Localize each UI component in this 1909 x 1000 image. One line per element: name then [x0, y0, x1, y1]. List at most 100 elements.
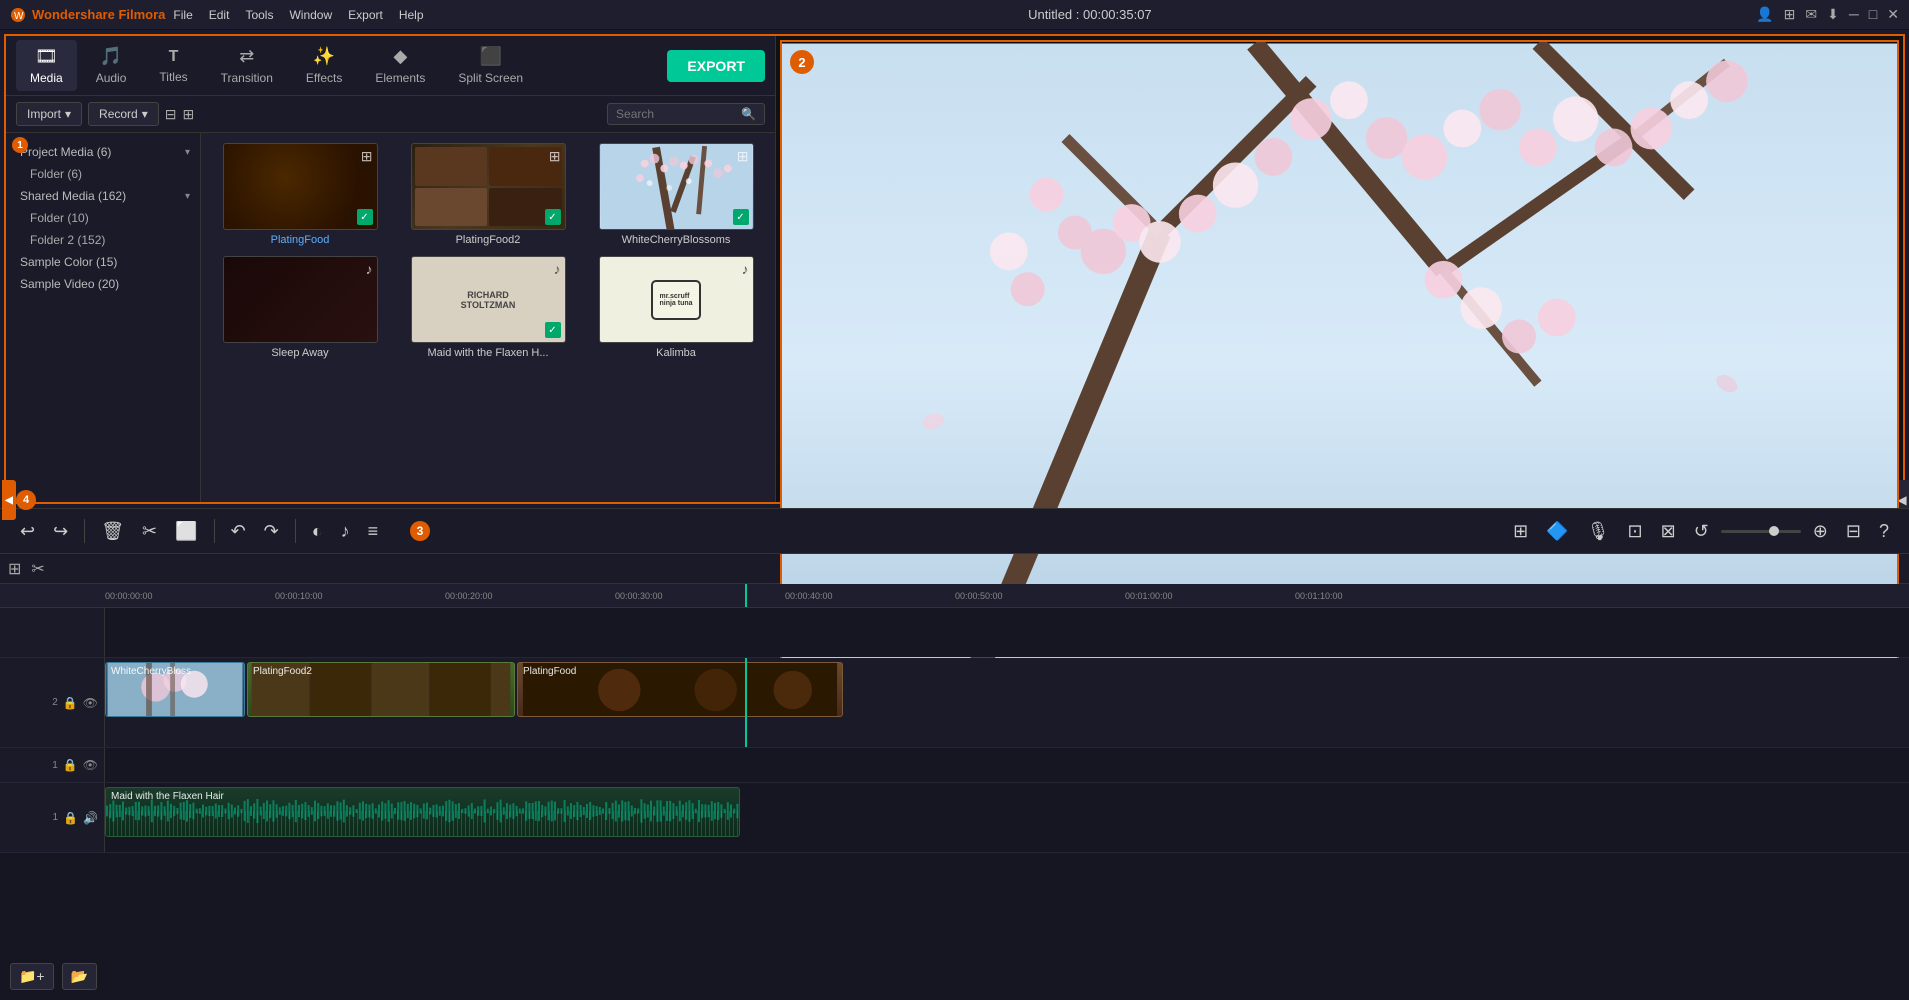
zoom-slider[interactable]: [1721, 530, 1801, 533]
menu-bar: File Edit Tools Window Export Help: [173, 8, 423, 22]
track-row-empty: [0, 608, 1909, 658]
record-button[interactable]: Record ▾: [88, 102, 159, 126]
search-input[interactable]: [616, 107, 736, 121]
delete-button[interactable]: 🗑: [95, 517, 130, 546]
tab-titles[interactable]: T Titles: [145, 42, 201, 90]
split-button[interactable]: ≡: [362, 517, 385, 546]
voice-button[interactable]: 🎙: [1581, 517, 1616, 546]
tab-split-screen[interactable]: ⬛ Split Screen: [444, 40, 537, 91]
tab-effects[interactable]: ✨ Effects: [292, 40, 356, 91]
sidebar-label-folder-2: Folder 2 (152): [30, 233, 105, 247]
scissor-track-button[interactable]: ✂: [31, 559, 44, 579]
audio-btn[interactable]: ♪: [335, 517, 356, 546]
media-label-maid-flaxen: Maid with the Flaxen H...: [427, 347, 548, 359]
clip-white-cherry[interactable]: WhiteCherryBloss: [105, 662, 245, 717]
download-icon[interactable]: ⬇: [1827, 6, 1839, 23]
tab-transition[interactable]: ⇄ Transition: [207, 40, 287, 91]
loop-button[interactable]: ↺: [1688, 517, 1715, 546]
menu-edit[interactable]: Edit: [209, 8, 230, 22]
color-button[interactable]: ◐: [306, 517, 329, 546]
track-lock-icon-1[interactable]: 🔒: [63, 758, 78, 772]
add-track-button[interactable]: ⊞: [8, 559, 21, 579]
media-label-plating-food2: PlatingFood2: [456, 234, 521, 246]
media-label-cherry: WhiteCherryBlossoms: [622, 234, 731, 246]
rotate-right-button[interactable]: ↷: [258, 517, 285, 546]
title-text: Untitled : 00:00:35:07: [1028, 7, 1152, 22]
cut-button[interactable]: ✂: [136, 517, 163, 546]
audio-clip-maid[interactable]: Maid with the Flaxen Hair: [105, 787, 740, 837]
sidebar-item-folder-2[interactable]: Folder 2 (152): [6, 229, 200, 251]
ruler-mark-3: 00:00:30:00: [615, 591, 785, 601]
redo-button[interactable]: ↪: [47, 517, 74, 546]
tab-media[interactable]: 🎞 Media: [16, 40, 77, 91]
track-num-audio: 1: [53, 812, 59, 823]
media-item-white-cherry-blossoms[interactable]: ⊞ ✓ WhiteCherryBlossoms: [587, 143, 765, 246]
track-content-2[interactable]: WhiteCherryBloss PlatingFo: [105, 658, 1909, 747]
magnet-icon[interactable]: 🔷: [1540, 517, 1574, 546]
track-content-empty[interactable]: [105, 608, 1909, 657]
clip-label-cherry: WhiteCherryBloss: [111, 666, 191, 677]
media-item-plating-food[interactable]: ⊞ ✓ PlatingFood: [211, 143, 389, 246]
menu-export[interactable]: Export: [348, 8, 383, 22]
rotate-left-button[interactable]: ↶: [225, 517, 252, 546]
search-icon[interactable]: 🔍: [741, 107, 756, 121]
close-button[interactable]: ✕: [1887, 6, 1899, 23]
ruler-marks: 00:00:00:00 00:00:10:00 00:00:20:00 00:0…: [105, 591, 1465, 601]
minimize-button[interactable]: ─: [1849, 6, 1859, 23]
toolbar: ↩ ↪ 🗑 ✂ ⬜ ↶ ↷ ◐ ♪ ≡ 3 ⊞ 🔷 🎙 ⊡ ⊠ ↺ ⊕ ⊟ ?: [0, 508, 1909, 554]
sidebar-item-project-media[interactable]: 1 Project Media (6) ▾: [6, 141, 200, 163]
track-content-audio[interactable]: Maid with the Flaxen Hair: [105, 783, 1909, 852]
crop-button[interactable]: ⬜: [169, 517, 203, 546]
elements-tab-icon: ◆: [393, 46, 407, 67]
help-button[interactable]: ?: [1873, 517, 1895, 546]
filter-icon[interactable]: ⊟: [165, 106, 177, 123]
sidebar-item-sample-color[interactable]: Sample Color (15): [6, 251, 200, 273]
menu-file[interactable]: File: [173, 8, 192, 22]
snap-button[interactable]: ⊞: [1507, 517, 1534, 546]
maximize-button[interactable]: □: [1869, 6, 1877, 23]
toolbar-separator-3: [295, 519, 296, 543]
check-maid-flaxen: ✓: [545, 322, 561, 338]
menu-window[interactable]: Window: [289, 8, 332, 22]
sidebar-item-shared-media[interactable]: Shared Media (162) ▾: [6, 185, 200, 207]
ruler-playhead: [745, 584, 747, 607]
tab-elements[interactable]: ◆ Elements: [361, 40, 439, 91]
pip-button[interactable]: ⊠: [1655, 517, 1682, 546]
track-content-1[interactable]: [105, 748, 1909, 782]
media-item-plating-food2[interactable]: ⊞ ✓ PlatingFood2: [399, 143, 577, 246]
grid-view-icon[interactable]: ⊞: [183, 106, 195, 123]
record-dropdown-icon: ▾: [142, 107, 148, 121]
sidebar-item-folder-10[interactable]: Folder (10): [6, 207, 200, 229]
import-button[interactable]: Import ▾: [16, 102, 82, 126]
media-item-kalimba[interactable]: mr.scruffninja tuna ♪ Kalimba: [587, 256, 765, 359]
track-visibility-icon-2[interactable]: 👁: [83, 696, 98, 710]
check-plating-food2: ✓: [545, 209, 561, 225]
clip-plating-food[interactable]: PlatingFood: [517, 662, 843, 717]
track-volume-icon-audio[interactable]: 🔊: [83, 811, 98, 825]
profile-icon[interactable]: 👤: [1756, 6, 1773, 23]
timeline-playhead: [745, 658, 747, 747]
sidebar-item-folder[interactable]: Folder (6): [6, 163, 200, 185]
track-visibility-icon-1[interactable]: 👁: [83, 758, 98, 772]
grid-icon[interactable]: ⊞: [1784, 6, 1796, 23]
sidebar-arrow-project-media: ▾: [185, 147, 190, 158]
media-item-maid-flaxen[interactable]: RICHARD STOLTZMAN ♪ ✓ Maid with the Flax…: [399, 256, 577, 359]
export-button[interactable]: EXPORT: [667, 50, 765, 82]
track-controls-2: 2 🔒 👁 ◀ 4: [0, 658, 105, 747]
tab-audio[interactable]: 🎵 Audio: [82, 40, 141, 91]
clip-plating-food2[interactable]: PlatingFood2: [247, 662, 515, 717]
track-lock-icon-audio[interactable]: 🔒: [63, 811, 78, 825]
sidebar-label-project-media: Project Media (6): [20, 145, 111, 159]
media-item-sleep-away[interactable]: ♪ Sleep Away: [211, 256, 389, 359]
sidebar-item-sample-video[interactable]: Sample Video (20): [6, 273, 200, 295]
menu-tools[interactable]: Tools: [245, 8, 273, 22]
timeline: ⊞ ✂ 00:00:00:00 00:00:10:00 00:00:20:00 …: [0, 554, 1909, 1000]
mail-icon[interactable]: ✉: [1805, 6, 1817, 23]
zoom-fit-button[interactable]: ⊕: [1807, 517, 1834, 546]
subtitle-button[interactable]: ⊡: [1622, 517, 1649, 546]
timeline-view-button[interactable]: ⊟: [1840, 517, 1867, 546]
menu-help[interactable]: Help: [399, 8, 424, 22]
undo-button[interactable]: ↩: [14, 517, 41, 546]
track-controls-audio: 1 🔒 🔊: [0, 783, 105, 852]
track-lock-icon-2[interactable]: 🔒: [63, 696, 78, 710]
